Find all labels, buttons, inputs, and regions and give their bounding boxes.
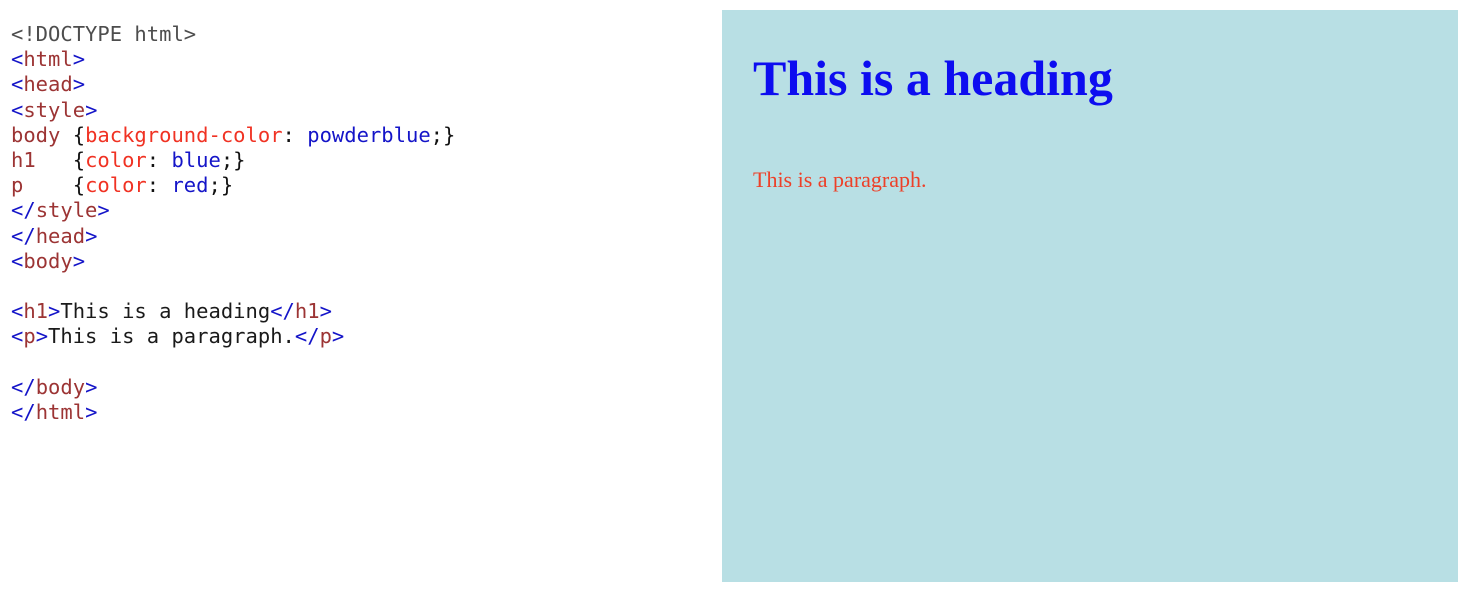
token-bracket: </ xyxy=(11,399,36,424)
line-html-open: <html> xyxy=(11,47,455,72)
token-bracket: > xyxy=(72,47,86,72)
token-punct: : xyxy=(282,122,308,147)
token-tagname: head xyxy=(35,223,86,248)
line-doctype: <!DOCTYPE html> xyxy=(11,22,455,47)
token-property: color xyxy=(85,173,147,198)
line-body-open: <body> xyxy=(11,249,455,274)
token-punct: : xyxy=(146,147,172,172)
token-bracket: > xyxy=(72,72,86,97)
token-bracket: </ xyxy=(270,299,295,324)
token-text: This is a paragraph. xyxy=(48,324,295,349)
token-selector: body xyxy=(11,122,61,147)
token-punct: { xyxy=(35,147,86,172)
token-punct: ;} xyxy=(430,122,456,147)
line-css-h1: h1 {color: blue;} xyxy=(11,148,455,173)
line-css-body: body {background-color: powderblue;} xyxy=(11,123,455,148)
token-selector: p xyxy=(11,173,24,198)
token-tagname: html xyxy=(35,399,86,424)
token-bracket: > xyxy=(97,198,110,223)
token-punct: { xyxy=(23,173,86,198)
token-bracket: > xyxy=(48,299,61,324)
token-tagname: p xyxy=(319,324,332,349)
token-bracket: < xyxy=(11,248,24,273)
line-html-close: </html> xyxy=(11,400,455,425)
token-bracket: > xyxy=(85,223,98,248)
line-css-p: p {color: red;} xyxy=(11,173,455,198)
token-tagname: body xyxy=(23,248,73,273)
token-punct: : xyxy=(146,173,172,198)
token-tagname: body xyxy=(35,374,86,399)
token-value: blue xyxy=(171,147,221,172)
token-tagname: style xyxy=(23,97,86,122)
token-value: red xyxy=(171,173,209,198)
line-head-open: <head> xyxy=(11,72,455,97)
token-tagname: p xyxy=(23,324,36,349)
token-property: color xyxy=(85,147,147,172)
token-tagname: h1 xyxy=(23,299,49,324)
token-bracket: </ xyxy=(294,324,320,349)
token-tagname: style xyxy=(35,198,98,223)
line-p: <p>This is a paragraph.</p> xyxy=(11,324,455,349)
token-bracket: < xyxy=(11,72,24,97)
preview-paragraph: This is a paragraph. xyxy=(753,167,927,192)
token-bracket: </ xyxy=(11,223,36,248)
code-listing[interactable]: <!DOCTYPE html> <html> <head> <style> body {… xyxy=(11,22,455,425)
preview-heading: This is a heading xyxy=(753,50,1113,106)
token-value: powderblue xyxy=(307,122,431,147)
line-head-close: </head> xyxy=(11,224,455,249)
token-bracket: > xyxy=(72,248,86,273)
token-tagname: h1 xyxy=(294,299,320,324)
token-bracket: < xyxy=(11,97,24,122)
token-bracket: > xyxy=(85,399,98,424)
token-property: background-color xyxy=(85,122,283,147)
token-punct: { xyxy=(60,122,86,147)
token-text: This is a heading xyxy=(60,299,271,324)
token-bracket: </ xyxy=(11,374,36,399)
token-bracket: < xyxy=(11,47,24,72)
token-bracket: </ xyxy=(11,198,36,223)
line-style-close: </style> xyxy=(11,198,455,223)
screenshot-root: <!DOCTYPE html> <html> <head> <style> body {… xyxy=(0,0,1458,604)
line-body-close: </body> xyxy=(11,375,455,400)
token-bracket: < xyxy=(11,299,24,324)
token-bracket: > xyxy=(319,299,332,324)
line-blank-1 xyxy=(11,274,455,299)
token-tagname: html xyxy=(23,47,73,72)
token-bracket: < xyxy=(11,324,24,349)
rendered-preview-pane: This is a heading This is a paragraph. xyxy=(722,10,1458,582)
token-punct: ;} xyxy=(208,173,234,198)
line-h1: <h1>This is a heading</h1> xyxy=(11,299,455,324)
token-bracket: > xyxy=(35,324,49,349)
token-punct: ;} xyxy=(220,147,246,172)
line-style-open: <style> xyxy=(11,98,455,123)
token-selector: h1 xyxy=(11,147,36,172)
token-doctype: <!DOCTYPE html> xyxy=(11,22,197,46)
token-bracket: > xyxy=(331,324,345,349)
token-tagname: head xyxy=(23,72,73,97)
token-bracket: > xyxy=(85,97,98,122)
code-source-pane: <!DOCTYPE html> <html> <head> <style> body {… xyxy=(0,0,700,604)
line-blank-2 xyxy=(11,349,455,374)
token-bracket: > xyxy=(85,374,98,399)
